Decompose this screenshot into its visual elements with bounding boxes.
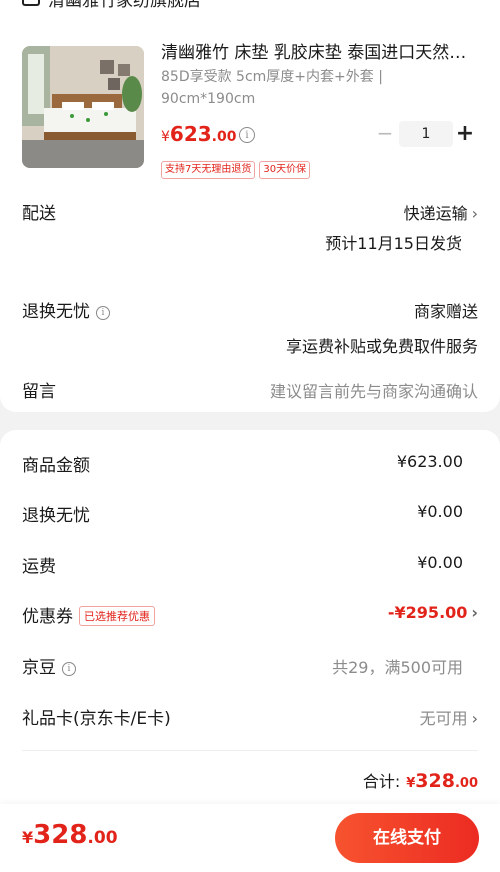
giftcard-value-text: 无可用 (419, 709, 468, 728)
return-fee-label: 退换无忧 (22, 506, 90, 526)
bottom-total-integer: 328 (33, 820, 88, 850)
shipping-value: ¥0.00 (417, 553, 463, 572)
subtotal-decimal: .00 (454, 776, 478, 791)
return-service-desc: 享运费补贴或免费取件服务 (285, 337, 478, 356)
bottom-total-currency: ¥ (22, 828, 34, 847)
bottom-total: ¥ 328 .00 (22, 820, 118, 850)
coupon-value-text: -¥295.00 (387, 603, 468, 622)
product-title[interactable]: 清幽雅竹 床垫 乳胶床垫 泰国进口天然乳胶床垫 (161, 38, 481, 63)
giftcard-value[interactable]: 无可用 › (420, 705, 478, 729)
quantity-input[interactable]: 1 (399, 121, 453, 147)
store-icon (22, 0, 40, 6)
service-tag: 30天价保 (259, 161, 311, 179)
delivery-method-text: 快递运输 (403, 204, 468, 223)
service-tag: 支持7天无理由退货 (161, 161, 256, 179)
delivery-eta: 预计11月15日发货 (325, 234, 462, 253)
message-label: 留言 (22, 382, 56, 402)
beans-label[interactable]: 京豆 i (22, 653, 76, 678)
quantity-minus-button[interactable]: − (376, 123, 394, 143)
goods-amount-label: 商品金额 (22, 456, 90, 476)
product-image[interactable] (22, 46, 144, 168)
subtotal-currency: ¥ (406, 776, 416, 791)
bottom-total-decimal: .00 (87, 828, 118, 848)
store-name: 清幽雅竹家纺旗舰店 (48, 0, 201, 11)
return-fee-value: ¥0.00 (417, 502, 463, 521)
service-tags: 支持7天无理由退货 30天价保 (161, 161, 311, 179)
product-spec[interactable]: 85D享受款 5cm厚度+内套+外套 | 90cm*190cm (161, 66, 401, 110)
coupon-label[interactable]: 优惠券 已选推荐优惠 (22, 602, 155, 627)
price-info-icon[interactable]: i (239, 127, 255, 143)
subtotal-label: 合计: (362, 772, 401, 791)
goods-amount-value: ¥623.00 (396, 452, 463, 471)
coupon-value[interactable]: -¥295.00 › (388, 603, 478, 622)
subtotal: 合计: ¥ 328 .00 (363, 768, 478, 792)
delivery-method[interactable]: 快递运输 › (404, 200, 478, 224)
price-currency: ¥ (161, 129, 170, 145)
info-icon[interactable]: i (96, 306, 110, 320)
chevron-right-icon: › (471, 204, 478, 223)
giftcard-label: 礼品卡(京东卡/E卡) (22, 709, 171, 729)
product-spec-line: 90cm*190cm (161, 91, 256, 107)
return-service-label-text: 退换无忧 (22, 302, 90, 322)
beans-value[interactable]: 共29，满500可用 (332, 654, 463, 678)
price-integer: 623 (169, 122, 212, 146)
price-decimal: .00 (211, 129, 237, 145)
product-spec-line: 85D享受款 5cm厚度+内套+外套 | (161, 69, 383, 85)
info-icon[interactable]: i (62, 662, 76, 676)
message-input[interactable]: 建议留言前先与商家沟通确认 (270, 378, 478, 402)
coupon-label-text: 优惠券 (22, 607, 73, 627)
shipping-label: 运费 (22, 557, 56, 577)
return-service-value: 商家赠送 (413, 302, 478, 321)
divider (22, 750, 478, 751)
return-service-label[interactable]: 退换无忧 i (22, 297, 110, 322)
subtotal-integer: 328 (415, 770, 455, 792)
chevron-right-icon: › (471, 709, 478, 728)
chevron-right-icon: › (471, 603, 478, 622)
product-price: ¥ 623 .00 (161, 122, 236, 146)
coupon-badge: 已选推荐优惠 (79, 606, 155, 626)
quantity-plus-button[interactable]: + (455, 121, 475, 147)
store-header[interactable]: 清幽雅竹家纺旗舰店 (22, 0, 201, 11)
pay-button[interactable]: 在线支付 (335, 813, 479, 863)
delivery-label: 配送 (22, 204, 56, 224)
beans-label-text: 京豆 (22, 658, 56, 678)
